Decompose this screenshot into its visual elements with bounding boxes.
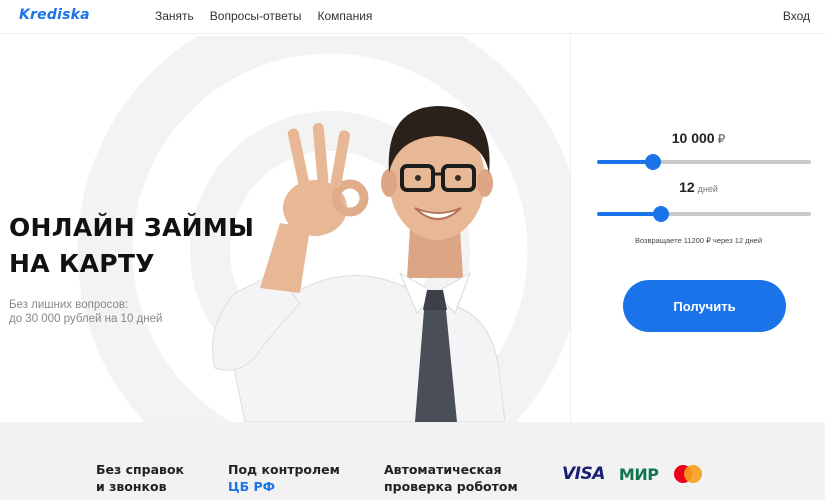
loan-amount-value: 10 000 — [671, 130, 715, 146]
mir-logo: МИР — [618, 464, 659, 484]
feature-no-documents-line1: Без справок — [96, 462, 185, 477]
hero-subtitle: Без лишних вопросов: до 30 000 рублей на… — [9, 298, 162, 326]
currency-symbol: ₽ — [717, 132, 726, 146]
loan-calculator: 10 000 ₽ 12 дней Возвращаете 11200 ₽ через… — [570, 36, 825, 422]
payment-logos: VISA МИР — [562, 464, 704, 484]
feature-no-documents: Без справок и звонков — [96, 461, 184, 495]
nav-item-borrow[interactable]: Занять — [155, 9, 194, 23]
man-ok-gesture-image — [212, 106, 505, 422]
get-loan-button[interactable]: Получить — [623, 280, 786, 332]
feature-no-documents-line2: и звонков — [96, 479, 167, 494]
nav-item-faq[interactable]: Вопросы-ответы — [210, 9, 302, 23]
term-slider-handle[interactable] — [653, 206, 670, 222]
loan-amount-display: 10 000 ₽ — [571, 130, 825, 146]
return-summary: Возвращаете 11200 ₽ через 12 дней — [634, 236, 763, 245]
features-strip: Без справок и звонков Под контролем ЦБ Р… — [0, 422, 825, 500]
hero-subtitle-line1: Без лишних вопросов: — [9, 299, 129, 311]
loan-days-value: 12 — [679, 179, 695, 195]
page: Krediska Занять Вопросы-ответы Компания … — [0, 0, 825, 500]
amount-slider-handle[interactable] — [644, 154, 661, 170]
amount-slider[interactable] — [597, 154, 811, 170]
hero-section: ОНЛАЙН ЗАЙМЫ НА КАРТУ Без лишних вопросо… — [0, 36, 570, 422]
visa-logo: VISA — [562, 464, 605, 484]
hero-subtitle-line2: до 30 000 рублей на 10 дней — [9, 313, 163, 325]
logo[interactable]: Krediska — [19, 7, 90, 23]
term-slider-fill — [597, 212, 662, 216]
feature-regulated-line1: Под контролем — [228, 462, 340, 477]
login-link[interactable]: Вход — [783, 9, 810, 23]
feature-auto-check-line1: Автоматическая — [384, 462, 502, 477]
central-bank-link[interactable]: ЦБ РФ — [228, 478, 340, 495]
top-header: Krediska Занять Вопросы-ответы Компания … — [0, 0, 825, 34]
main-nav: Занять Вопросы-ответы Компания — [155, 9, 372, 23]
loan-term-display: 12 дней — [571, 179, 825, 195]
loan-days-unit: дней — [697, 184, 718, 194]
feature-regulated: Под контролем ЦБ РФ — [228, 461, 340, 495]
feature-auto-check: Автоматическая проверка роботом — [384, 461, 518, 495]
nav-item-company[interactable]: Компания — [317, 9, 372, 23]
term-slider[interactable] — [597, 206, 811, 222]
feature-auto-check-line2: проверка роботом — [384, 479, 518, 494]
mastercard-logo — [674, 465, 703, 483]
